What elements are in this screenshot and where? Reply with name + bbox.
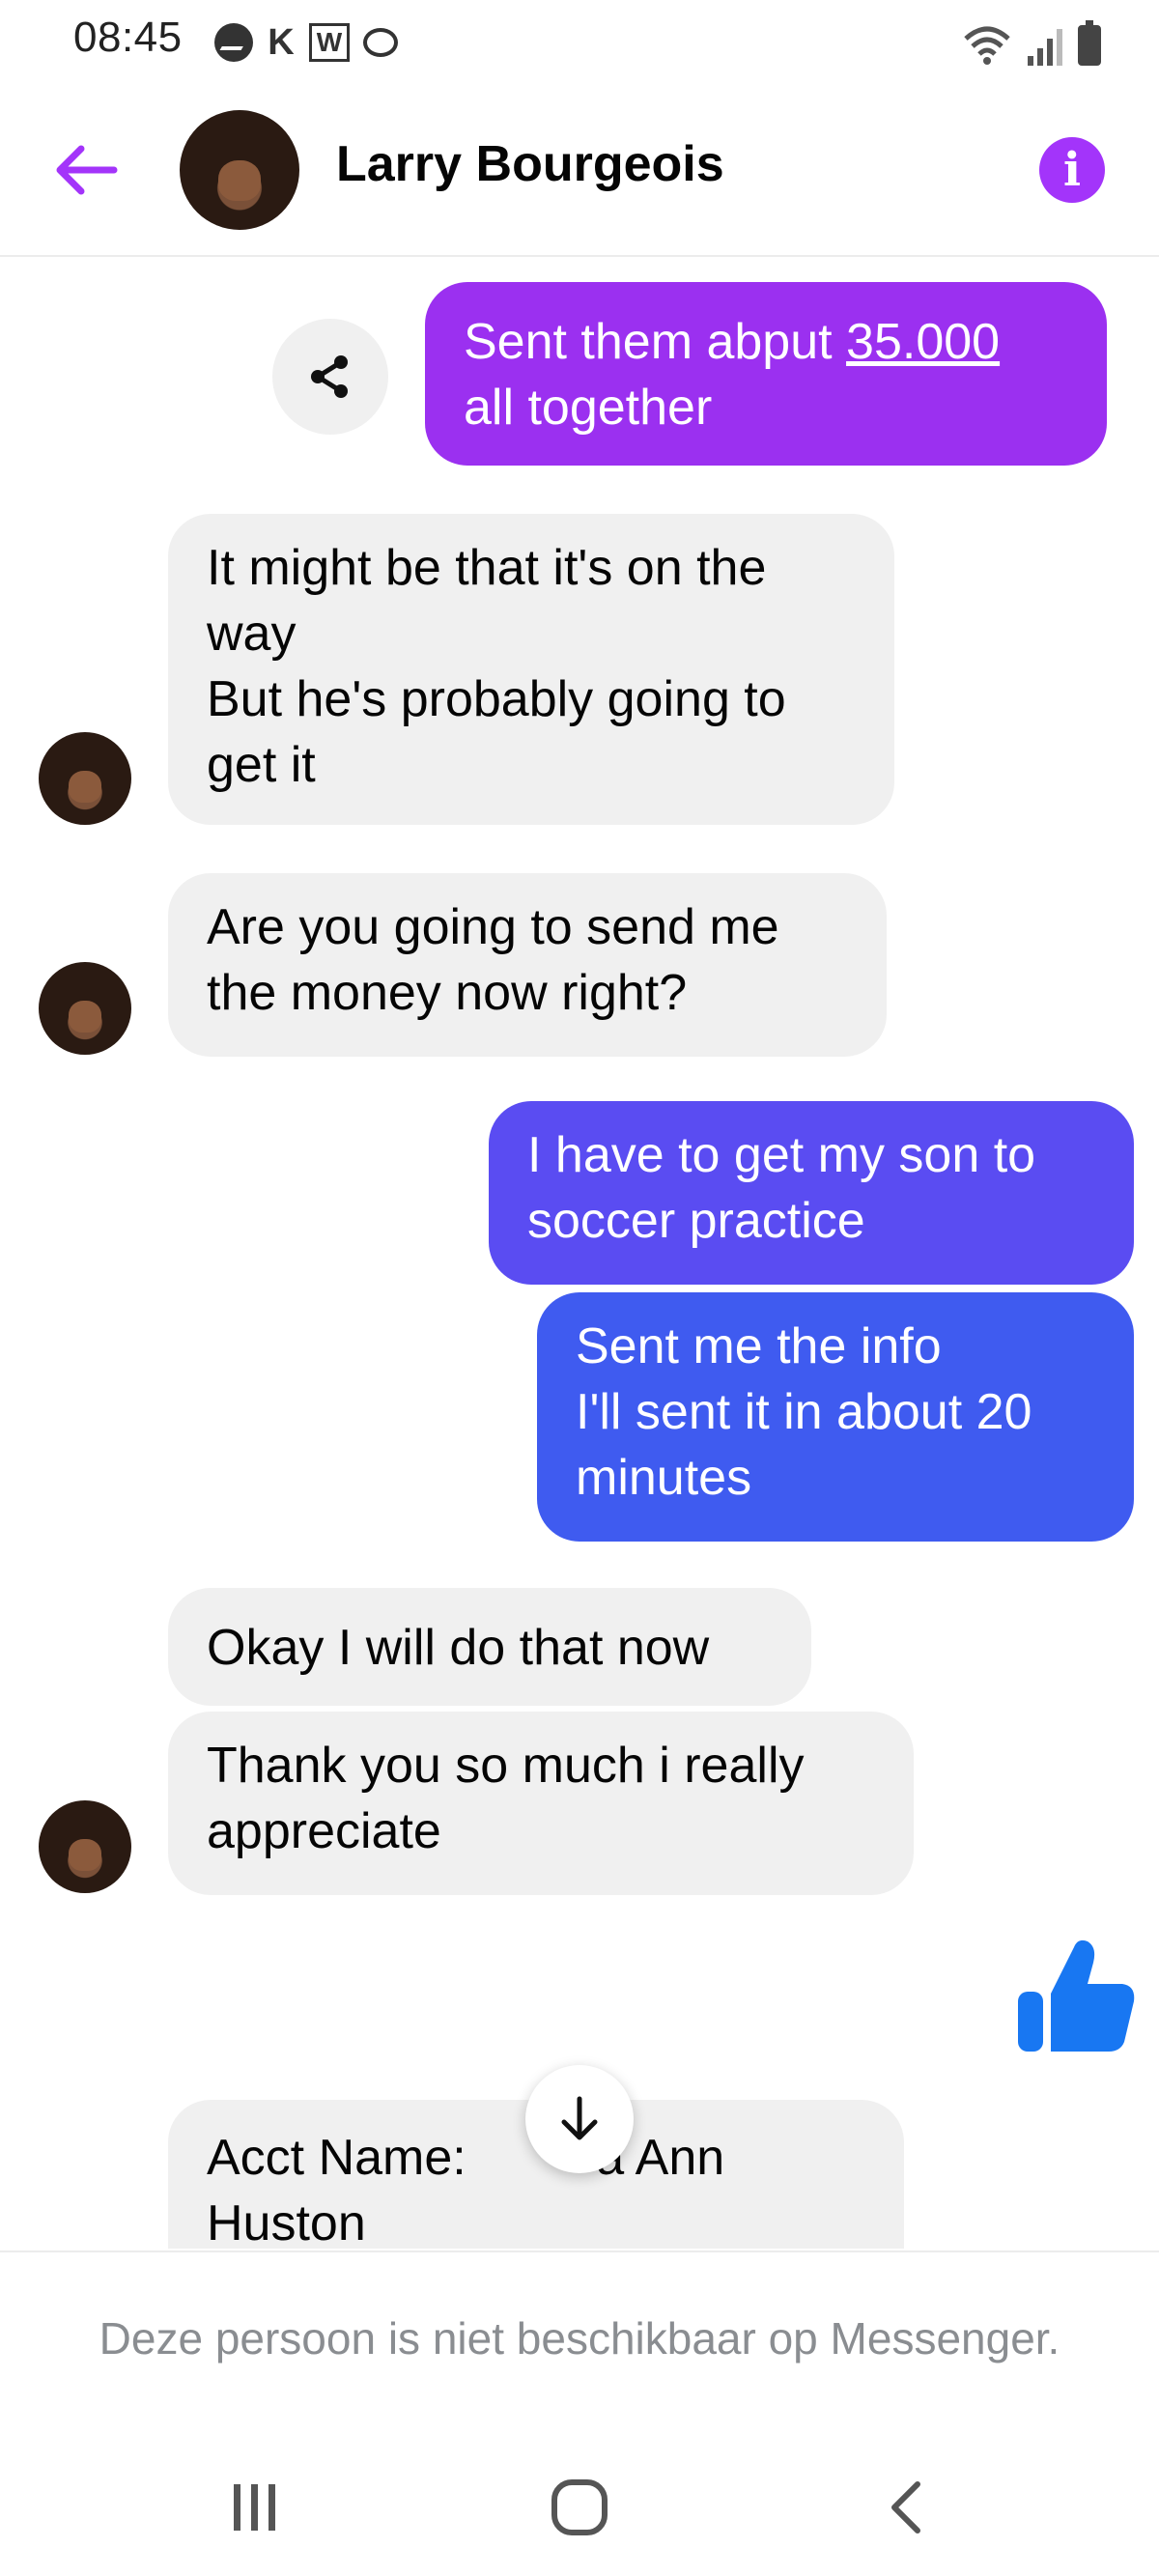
message-text: appreciate <box>207 1803 441 1859</box>
scroll-to-bottom-button[interactable] <box>525 2065 634 2173</box>
message-bubble-incoming[interactable]: Are you going to send me the money now r… <box>168 873 887 1057</box>
message-link[interactable]: 35.000 <box>846 314 1000 370</box>
thumbs-up-icon[interactable] <box>1014 1934 1140 2059</box>
messenger-icon <box>214 23 253 62</box>
system-nav-bar <box>0 2434 1159 2576</box>
contact-avatar[interactable] <box>180 110 299 230</box>
message-text: get it <box>207 737 316 793</box>
message-text: Huston <box>207 2195 366 2249</box>
message-bubble-outgoing[interactable]: Sent them abput 35.000 all together <box>425 282 1107 466</box>
message-bubble-outgoing[interactable]: I have to get my son to soccer practice <box>489 1101 1134 1285</box>
message-list[interactable]: Sent them abput 35.000 all together It m… <box>0 259 1159 2249</box>
arrow-down-icon <box>561 2096 598 2140</box>
recent-apps-icon <box>234 2484 275 2531</box>
wifi-icon <box>964 26 1010 65</box>
home-icon <box>551 2479 608 2535</box>
notification-icons: K W <box>214 21 398 64</box>
status-time: 08:45 <box>73 14 183 61</box>
sender-avatar[interactable] <box>39 962 131 1055</box>
recent-apps-button[interactable] <box>207 2469 303 2546</box>
w-icon: W <box>309 23 350 62</box>
battery-icon <box>1078 20 1101 66</box>
back-nav-button[interactable] <box>858 2469 954 2546</box>
message-text: Okay I will do that now <box>207 1620 710 1676</box>
message-text: Sent them abput <box>464 314 847 370</box>
message-text: the money now right? <box>207 965 688 1021</box>
message-text: minutes <box>576 1450 752 1506</box>
message-text: Acct Name: <box>207 2130 481 2186</box>
home-button[interactable] <box>531 2469 628 2546</box>
message-text: Are you going to send me <box>207 899 779 955</box>
back-button[interactable] <box>52 135 129 205</box>
unavailable-banner: Deze persoon is niet beschikbaar op Mess… <box>0 2250 1159 2434</box>
conversation-header: Larry Bourgeois i <box>0 87 1159 257</box>
message-text: soccer practice <box>527 1193 865 1249</box>
message-text: It might be that it's on the <box>207 540 767 596</box>
message-bubble-incoming[interactable]: It might be that it's on the way But he'… <box>168 514 894 825</box>
system-icons <box>962 17 1101 66</box>
back-nav-icon <box>891 2481 920 2534</box>
sender-avatar[interactable] <box>39 732 131 825</box>
contact-name[interactable]: Larry Bourgeois <box>336 135 724 193</box>
share-button[interactable] <box>272 319 388 435</box>
message-bubble-incoming[interactable]: Thank you so much i really appreciate <box>168 1712 914 1895</box>
message-text: all together <box>464 380 713 436</box>
status-bar: 08:45 K W <box>0 0 1159 87</box>
message-text: Sent me the info <box>576 1318 942 1374</box>
k-icon: K <box>268 21 295 63</box>
message-text: But he's probably going to <box>207 671 786 727</box>
message-text: I have to get my son to <box>527 1127 1036 1183</box>
message-text: way <box>207 606 297 662</box>
message-bubble-outgoing[interactable]: Sent me the info I'll sent it in about 2… <box>537 1292 1134 1542</box>
message-bubble-incoming[interactable]: Okay I will do that now <box>168 1588 811 1706</box>
message-text: Thank you so much i really <box>207 1738 805 1794</box>
back-arrow-icon <box>56 145 118 195</box>
share-icon <box>311 355 348 398</box>
message-text: I'll sent it in about 20 <box>576 1384 1032 1440</box>
sender-avatar[interactable] <box>39 1800 131 1893</box>
unavailable-text: Deze persoon is niet beschikbaar op Mess… <box>99 2313 1060 2364</box>
info-button[interactable]: i <box>1039 137 1105 203</box>
signal-icon <box>1028 27 1062 66</box>
chat-icon <box>363 28 398 57</box>
